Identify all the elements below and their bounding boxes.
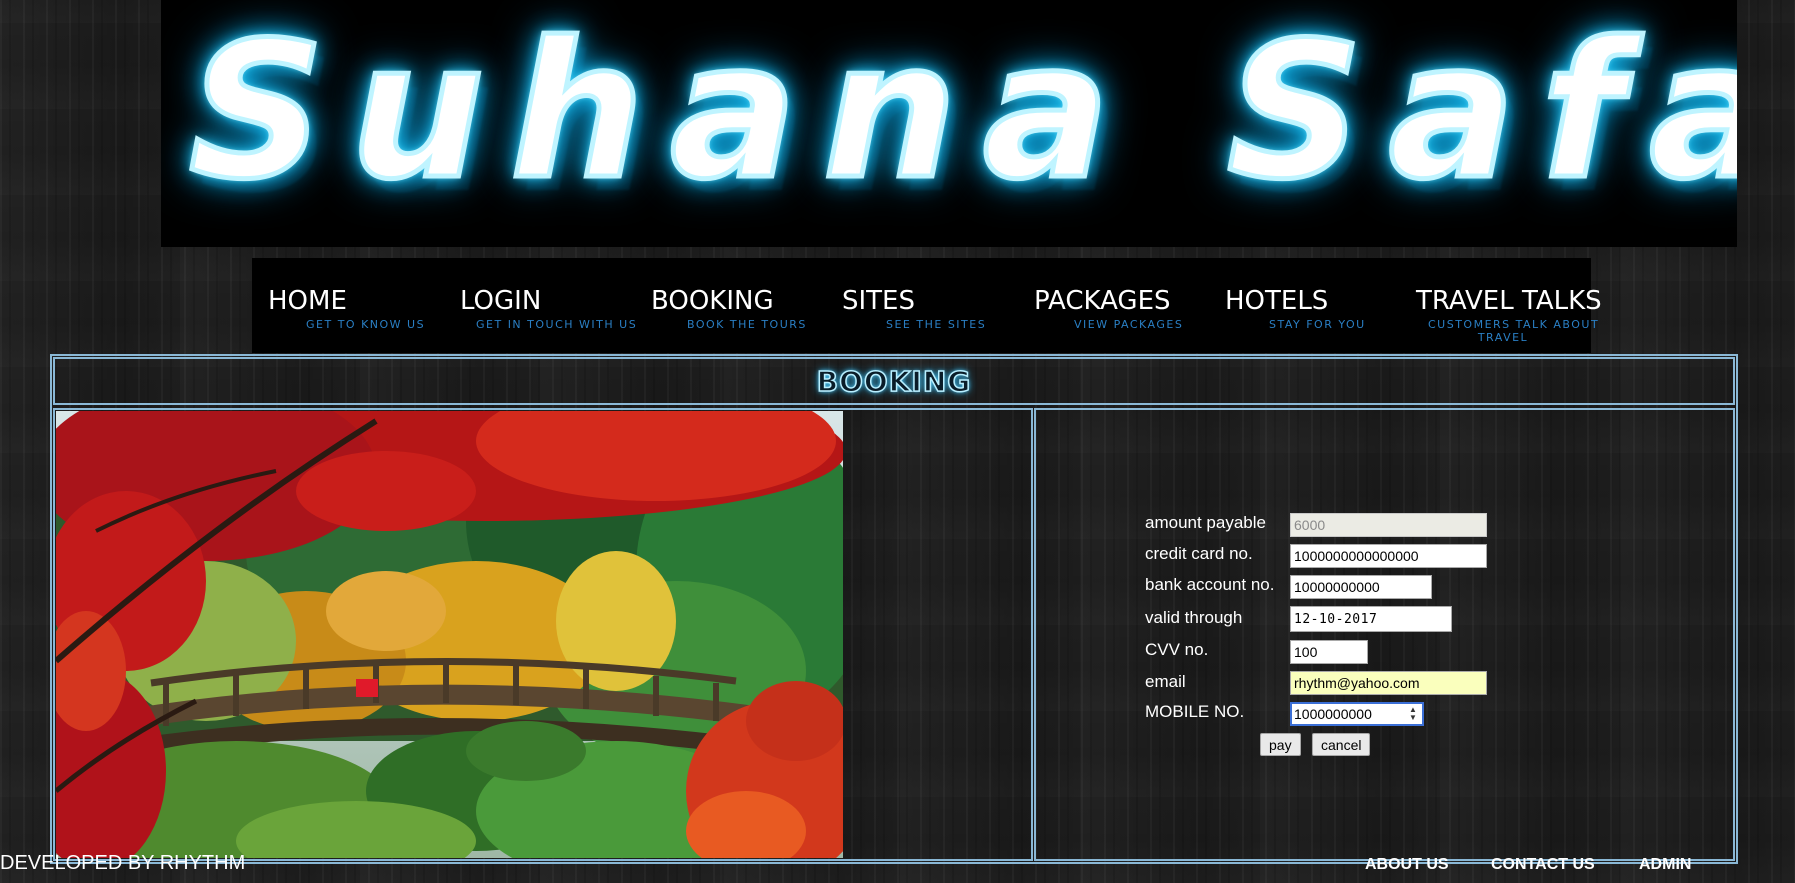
nav-item-login[interactable]: LOGIN GET IN TOUCH WITH US bbox=[460, 286, 637, 346]
site-banner: Suhana Safar bbox=[161, 0, 1737, 247]
site-title: Suhana Safar bbox=[187, 2, 1737, 221]
nav-item-sites[interactable]: SITES SEE THE SITES bbox=[842, 286, 986, 346]
nav-item-home-subtitle: GET TO KNOW US bbox=[306, 318, 426, 331]
cancel-button[interactable]: cancel bbox=[1312, 733, 1371, 756]
nav-item-packages-title: PACKAGES bbox=[1034, 286, 1171, 316]
email-label: email bbox=[1145, 672, 1186, 691]
pay-button[interactable]: pay bbox=[1260, 733, 1301, 756]
nav-item-sites-title: SITES bbox=[842, 286, 915, 316]
nav-item-booking-subtitle: BOOK THE TOURS bbox=[687, 318, 807, 331]
booking-heading-cell: BOOKING bbox=[53, 357, 1735, 405]
valid-through-label: valid through bbox=[1145, 608, 1243, 627]
booking-heading: BOOKING bbox=[816, 364, 972, 399]
main-nav: HOME GET TO KNOW US LOGIN GET IN TOUCH W… bbox=[252, 258, 1602, 353]
chevron-down-icon[interactable]: ▼ bbox=[1409, 714, 1417, 722]
nav-item-travel-talks-subtitle-2: TRAVEL bbox=[1477, 331, 1529, 344]
nav-item-home[interactable]: HOME GET TO KNOW US bbox=[268, 286, 425, 346]
garden-image bbox=[56, 411, 843, 858]
cvv-label: CVV no. bbox=[1145, 640, 1209, 659]
nav-item-home-title: HOME bbox=[268, 286, 347, 316]
nav-item-login-title: LOGIN bbox=[460, 286, 542, 316]
amount-payable-field bbox=[1290, 513, 1487, 537]
nav-item-booking-title: BOOKING bbox=[651, 286, 774, 316]
cvv-field[interactable] bbox=[1290, 640, 1368, 664]
nav-item-hotels[interactable]: HOTELS STAY FOR YOU bbox=[1225, 286, 1366, 346]
nav-item-travel-talks-subtitle-1: CUSTOMERS TALK ABOUT bbox=[1428, 318, 1600, 331]
nav-item-packages[interactable]: PACKAGES VIEW PACKAGES bbox=[1034, 286, 1183, 346]
mobile-label: MOBILE NO. bbox=[1145, 702, 1245, 721]
amount-payable-label: amount payable bbox=[1145, 513, 1266, 532]
nav-item-hotels-subtitle: STAY FOR YOU bbox=[1269, 318, 1366, 331]
developer-credit: DEVELOPED BY RHYTHM bbox=[0, 852, 246, 874]
admin-link[interactable]: ADMIN bbox=[1639, 856, 1691, 874]
form-cell bbox=[1034, 408, 1735, 861]
credit-card-field[interactable] bbox=[1290, 544, 1487, 568]
nav-item-hotels-title: HOTELS bbox=[1225, 286, 1329, 316]
nav-item-travel-talks[interactable]: TRAVEL TALKS CUSTOMERS TALK ABOUT TRAVEL bbox=[1416, 286, 1602, 346]
bank-account-field[interactable] bbox=[1290, 575, 1432, 599]
email-field[interactable] bbox=[1290, 671, 1487, 695]
nav-item-login-subtitle: GET IN TOUCH WITH US bbox=[476, 318, 638, 331]
nav-item-packages-subtitle: VIEW PACKAGES bbox=[1074, 318, 1184, 331]
about-us-link[interactable]: ABOUT US bbox=[1365, 856, 1449, 874]
contact-us-link[interactable]: CONTACT US bbox=[1491, 856, 1595, 874]
nav-item-booking[interactable]: BOOKING BOOK THE TOURS bbox=[651, 286, 807, 346]
mobile-spinner[interactable]: ▲ ▼ bbox=[1404, 704, 1422, 724]
bank-account-label: bank account no. bbox=[1145, 575, 1275, 594]
nav-item-travel-talks-title: TRAVEL TALKS bbox=[1416, 286, 1602, 316]
valid-through-field[interactable] bbox=[1290, 606, 1452, 632]
nav-item-sites-subtitle: SEE THE SITES bbox=[886, 318, 987, 331]
credit-card-label: credit card no. bbox=[1145, 544, 1253, 563]
